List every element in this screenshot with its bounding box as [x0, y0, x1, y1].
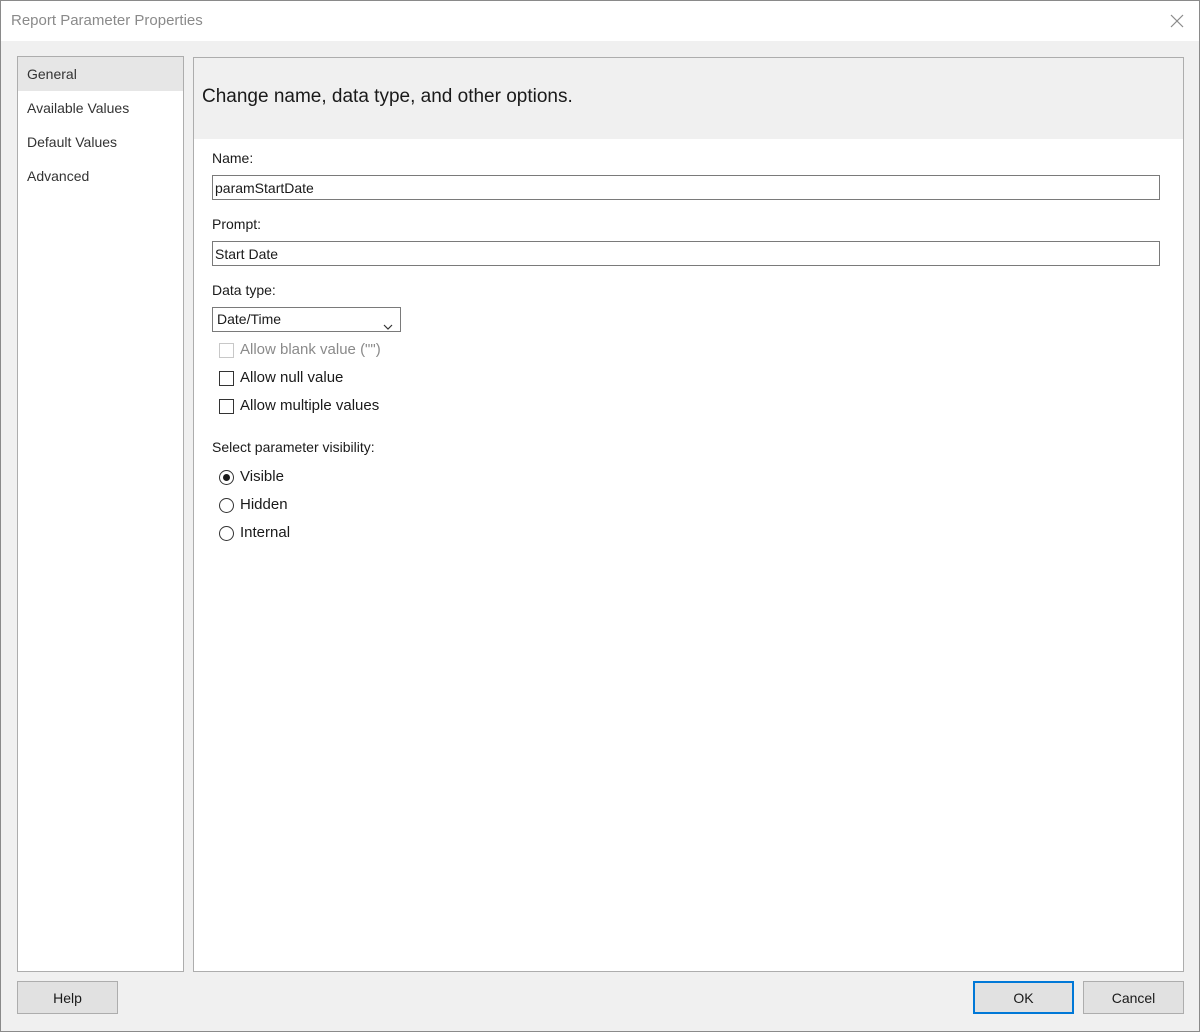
- radio-button[interactable]: [219, 498, 234, 513]
- prompt-label: Prompt:: [212, 216, 262, 232]
- checkbox-box: [219, 343, 234, 358]
- radio-label: Internal: [240, 524, 291, 541]
- sidebar-item-label: Available Values: [27, 100, 130, 116]
- radio-label: Hidden: [240, 496, 288, 513]
- sidebar-item-available-values[interactable]: Available Values: [18, 91, 183, 125]
- ok-button[interactable]: OK: [973, 981, 1074, 1014]
- visibility-label: Select parameter visibility:: [212, 439, 375, 455]
- radio-button[interactable]: [219, 470, 234, 485]
- sidebar-item-default-values[interactable]: Default Values: [18, 125, 183, 159]
- sidebar-item-label: Default Values: [27, 134, 118, 150]
- sidebar-item-label: Advanced: [27, 168, 90, 184]
- content-panel: Change name, data type, and other option…: [193, 57, 1184, 972]
- radio-selected-dot: [223, 474, 230, 481]
- sidebar-nav: General Available Values Default Values …: [17, 56, 184, 972]
- sidebar-item-advanced[interactable]: Advanced: [18, 159, 183, 193]
- radio-label: Visible: [240, 468, 284, 485]
- checkbox-box[interactable]: [219, 399, 234, 414]
- chevron-down-icon: [383, 315, 393, 330]
- checkbox-label: Allow null value: [240, 369, 344, 386]
- checkbox-box[interactable]: [219, 371, 234, 386]
- title-bar: Report Parameter Properties: [1, 1, 1199, 41]
- cancel-button[interactable]: Cancel: [1083, 981, 1184, 1014]
- help-button[interactable]: Help: [17, 981, 118, 1014]
- page-title: Change name, data type, and other option…: [194, 58, 1183, 139]
- sidebar-item-label: General: [27, 66, 77, 82]
- prompt-field[interactable]: [212, 241, 1160, 266]
- report-parameter-properties-dialog: Report Parameter Properties General Avai…: [0, 0, 1200, 1032]
- window-title: Report Parameter Properties: [11, 12, 203, 29]
- checkbox-label: Allow blank value (""): [240, 341, 381, 358]
- close-icon[interactable]: [1169, 13, 1185, 29]
- name-label: Name:: [212, 150, 254, 166]
- data-type-select[interactable]: Date/Time: [212, 307, 401, 332]
- data-type-value: Date/Time: [217, 311, 282, 327]
- checkbox-label: Allow multiple values: [240, 397, 380, 414]
- data-type-label: Data type:: [212, 282, 276, 298]
- radio-button[interactable]: [219, 526, 234, 541]
- name-field[interactable]: [212, 175, 1160, 200]
- sidebar-item-general[interactable]: General: [18, 57, 183, 91]
